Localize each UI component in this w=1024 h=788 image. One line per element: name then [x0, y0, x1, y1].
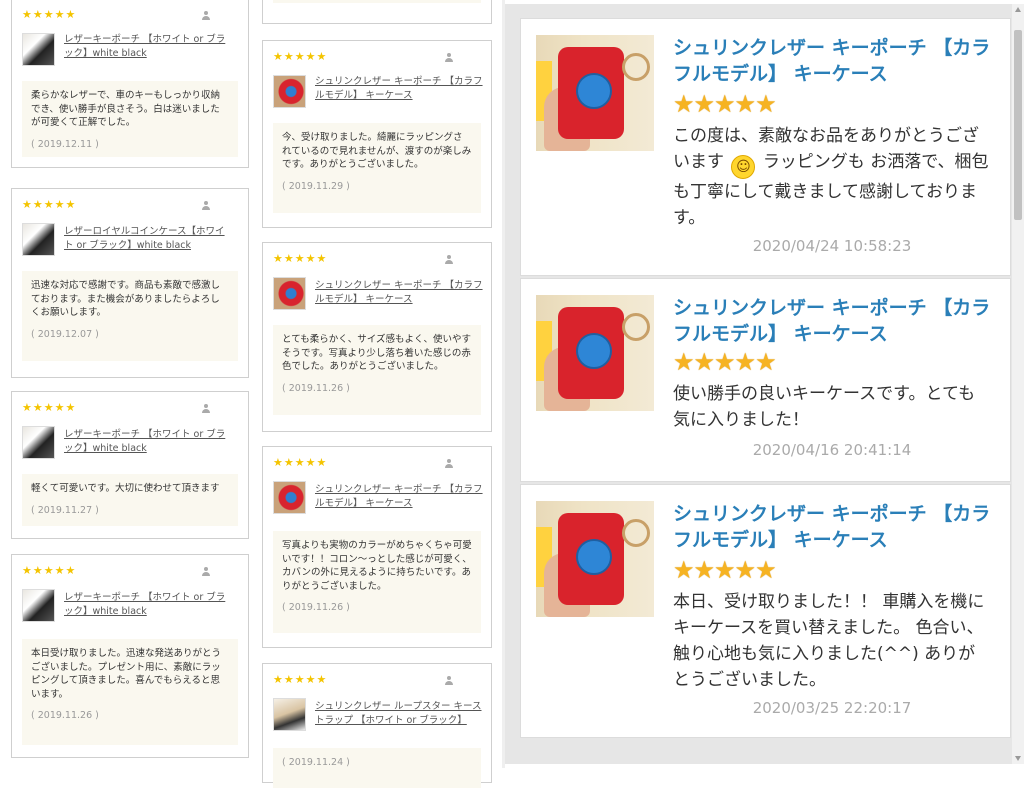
review-date: ( 2019.11.29 ): [282, 180, 350, 192]
featured-review-card: シュリンクレザー キーポーチ 【カラフルモデル】 キーケース ★★★★★ この度…: [520, 18, 1011, 276]
scroll-down-arrow-icon[interactable]: [1015, 756, 1021, 761]
review-card: ★★★★★ シュリンクレザー キーポーチ 【カラフルモデル】 キーケース 写真よ…: [262, 446, 492, 648]
user-icon: [445, 255, 453, 264]
product-photo[interactable]: [536, 501, 654, 617]
product-title-link[interactable]: シュリンクレザー キーポーチ 【カラフルモデル】 キーケース: [673, 295, 991, 347]
review-panel: シュリンクレザー キーポーチ 【カラフルモデル】 キーケース ★★★★★ この度…: [505, 4, 1024, 764]
user-icon: [202, 11, 210, 20]
review-date: 2020/03/25 22:20:17: [752, 699, 912, 717]
review-date: ( 2019.11.24 ): [282, 757, 350, 768]
product-link[interactable]: レザーキーポーチ 【ホワイト or ブラック】white black: [64, 591, 234, 619]
review-text: とても柔らかく、サイズ感もよく、使いやすそうです。写真より少し落ち着いた感じの赤…: [282, 334, 471, 372]
rating-stars: ★★★★★: [673, 348, 777, 376]
review-card: ★★★★★ レザーキーポーチ 【ホワイト or ブラック】white black…: [11, 0, 249, 168]
product-link[interactable]: レザーキーポーチ 【ホワイト or ブラック】white black: [64, 33, 234, 61]
rating-stars: ★★★★★: [22, 198, 77, 211]
product-link[interactable]: シュリンクレザー ループスター キーストラップ 【ホワイト or ブラック】: [315, 700, 485, 728]
review-text: 本日受け取りました。迅速な発送ありがとうございました。プレゼント用に、素敵にラッ…: [31, 648, 222, 700]
product-thumbnail[interactable]: [273, 698, 306, 731]
user-icon: [445, 459, 453, 468]
product-thumbnail[interactable]: [22, 33, 55, 66]
rating-stars: ★★★★★: [673, 90, 777, 118]
review-card: ★★★★★ レザーキーポーチ 【ホワイト or ブラック】white black…: [11, 554, 249, 758]
review-date: 2020/04/16 20:41:14: [752, 441, 912, 459]
user-icon: [202, 567, 210, 576]
scroll-thumb[interactable]: [1014, 30, 1022, 220]
rating-stars: ★★★★★: [22, 401, 77, 414]
user-icon: [445, 53, 453, 62]
product-thumbnail[interactable]: [22, 223, 55, 256]
product-link[interactable]: レザーロイヤルコインケース【ホワイト or ブラック】white black: [64, 225, 234, 253]
rating-stars: ★★★★★: [273, 252, 328, 265]
rating-stars: ★★★★★: [273, 50, 328, 63]
product-photo[interactable]: [536, 295, 654, 411]
review-date: ( 2019.12.11 ): [31, 138, 99, 150]
review-date: ( 2019.11.27 ): [31, 504, 99, 516]
review-text: 本日、受け取りました！！ 車購入を機にキーケースを買い替えました。 色合い、触り…: [673, 592, 985, 690]
product-title-link[interactable]: シュリンクレザー キーポーチ 【カラフルモデル】 キーケース: [673, 35, 991, 87]
scrollbar[interactable]: [1012, 4, 1024, 764]
scroll-up-arrow-icon[interactable]: [1015, 7, 1021, 12]
featured-review-card: シュリンクレザー キーポーチ 【カラフルモデル】 キーケース ★★★★★ 本日、…: [520, 484, 1011, 738]
product-photo[interactable]: [536, 35, 654, 151]
review-card: ★★★★★ レザーロイヤルコインケース【ホワイト or ブラック】white b…: [11, 188, 249, 378]
review-date: 2020/04/24 10:58:23: [752, 237, 912, 255]
review-text: 使い勝手の良いキーケースです。とても気に入りました！: [673, 384, 976, 430]
product-thumbnail[interactable]: [22, 589, 55, 622]
rating-stars: ★★★★★: [273, 456, 328, 469]
review-date: ( 2019.11.26 ): [282, 602, 350, 613]
review-card: ★★★★★ レザーキーポーチ 【ホワイト or ブラック】white black…: [11, 391, 249, 539]
review-text: 今、受け取りました。綺麗にラッピングされているので見れませんが、渡すのが楽しみで…: [282, 132, 472, 170]
review-body: 軽くて可愛いです。大切に使わせて頂きます ( 2019.11.27 ): [22, 474, 238, 526]
review-body: ( 2019.11.24 ): [273, 748, 481, 788]
featured-review-card: シュリンクレザー キーポーチ 【カラフルモデル】 キーケース ★★★★★ 使い勝…: [520, 278, 1011, 482]
review-text: 柔らかなレザーで、車のキーもしっかり収納でき、使い勝手が良さそう。白は迷いました…: [31, 90, 221, 128]
review-body: 写真よりも実物のカラーがめちゃくちゃ可愛いです！！コロン〜っとした感じが可愛く、…: [273, 531, 481, 633]
review-body: 今、受け取りました。綺麗にラッピングされているので見れませんが、渡すのが楽しみで…: [273, 123, 481, 213]
product-title-link[interactable]: シュリンクレザー キーポーチ 【カラフルモデル】 キーケース: [673, 501, 991, 553]
review-card: ★★★★★ シュリンクレザー ループスター キーストラップ 【ホワイト or ブ…: [262, 663, 492, 788]
review-text: 写真よりも実物のカラーがめちゃくちゃ可愛いです！！コロン〜っとした感じが可愛く、…: [282, 540, 472, 592]
review-card: [262, 0, 492, 24]
product-thumbnail[interactable]: [22, 426, 55, 459]
rating-stars: ★★★★★: [273, 673, 328, 686]
product-link[interactable]: シュリンクレザー キーポーチ 【カラフルモデル】 キーケース: [315, 483, 485, 511]
review-text: 迅速な対応で感謝です。商品も素敵で感激しております。また機会がありましたらよろし…: [31, 280, 221, 318]
review-body: とても柔らかく、サイズ感もよく、使いやすそうです。写真より少し落ち着いた感じの赤…: [273, 325, 481, 415]
rating-stars: ★★★★★: [22, 8, 77, 21]
rating-stars: ★★★★★: [22, 564, 77, 577]
review-date: ( 2019.11.26 ): [31, 710, 99, 721]
product-link[interactable]: シュリンクレザー キーポーチ 【カラフルモデル】 キーケース: [315, 279, 485, 307]
product-thumbnail[interactable]: [273, 75, 306, 108]
review-card: ★★★★★ シュリンクレザー キーポーチ 【カラフルモデル】 キーケース 今、受…: [262, 40, 492, 228]
review-body: 本日受け取りました。迅速な発送ありがとうございました。プレゼント用に、素敵にラッ…: [22, 639, 238, 745]
review-date: ( 2019.11.26 ): [282, 382, 350, 394]
user-icon: [202, 201, 210, 210]
review-body: 迅速な対応で感謝です。商品も素敵で感激しております。また機会がありましたらよろし…: [22, 271, 238, 361]
product-link[interactable]: レザーキーポーチ 【ホワイト or ブラック】white black: [64, 428, 234, 456]
review-body: [273, 0, 481, 3]
review-text: この度は、素敵なお品をありがとうございます ☺ ラッピングも お洒落で、梱包も丁…: [673, 126, 989, 228]
user-icon: [202, 404, 210, 413]
rating-stars: ★★★★★: [673, 556, 777, 584]
user-icon: [445, 676, 453, 685]
smile-emoji-icon: ☺: [731, 155, 756, 179]
review-card: ★★★★★ シュリンクレザー キーポーチ 【カラフルモデル】 キーケース とても…: [262, 242, 492, 432]
review-body: 柔らかなレザーで、車のキーもしっかり収納でき、使い勝手が良さそう。白は迷いました…: [22, 81, 238, 157]
review-date: ( 2019.12.07 ): [31, 328, 99, 340]
product-thumbnail[interactable]: [273, 481, 306, 514]
review-text: 軽くて可愛いです。大切に使わせて頂きます: [31, 483, 220, 494]
product-link[interactable]: シュリンクレザー キーポーチ 【カラフルモデル】 キーケース: [315, 75, 485, 103]
product-thumbnail[interactable]: [273, 277, 306, 310]
